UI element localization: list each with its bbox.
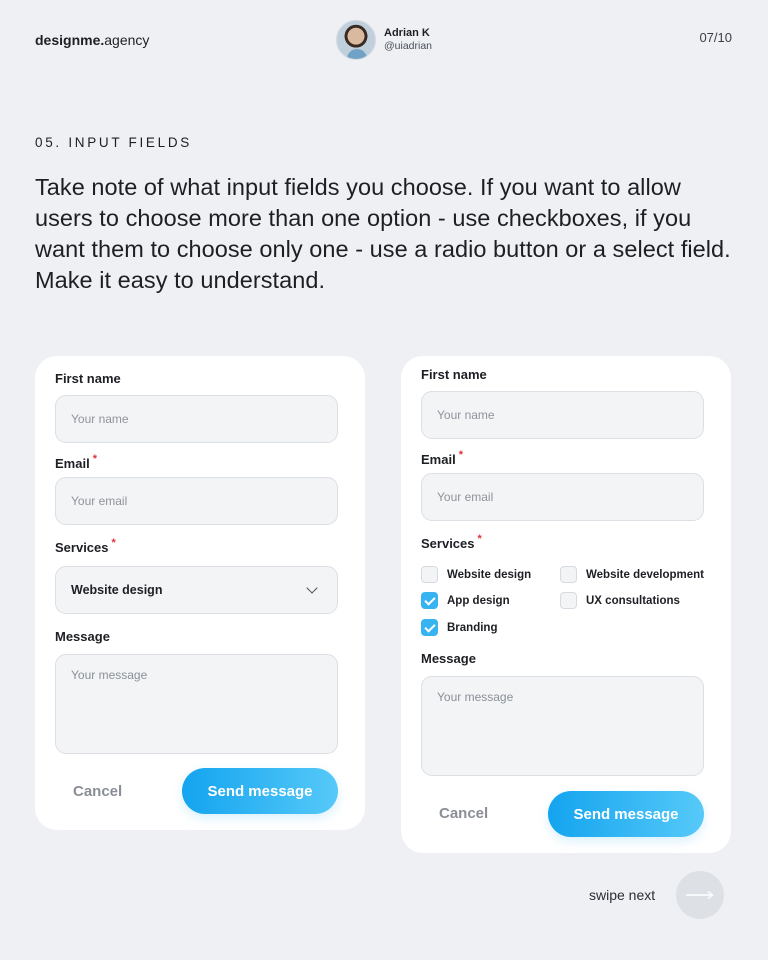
first-name-label: First name <box>55 371 121 386</box>
services-label: Services * <box>55 537 116 555</box>
message-textarea[interactable]: Your message <box>421 676 704 776</box>
send-message-button[interactable]: Send message <box>548 791 704 837</box>
message-label: Message <box>421 651 476 666</box>
checkbox-label: Website design <box>447 568 532 581</box>
chevron-down-icon <box>306 582 318 594</box>
services-selected-value: Website design <box>71 583 163 597</box>
author-badge: Adrian K @uiadrian <box>336 20 432 60</box>
checkbox-label: App design <box>447 594 510 607</box>
required-marker: * <box>477 533 482 545</box>
cancel-button[interactable]: Cancel <box>439 805 488 822</box>
checkbox-website-development[interactable]: Website development <box>560 566 704 583</box>
email-label: Email * <box>421 449 463 467</box>
checkbox-branding[interactable]: Branding <box>421 619 497 636</box>
author-name: Adrian K <box>384 27 430 39</box>
required-marker: * <box>458 449 463 461</box>
next-button[interactable] <box>676 871 724 919</box>
first-name-label: First name <box>421 367 487 382</box>
checkbox-label: Branding <box>447 621 498 634</box>
author-handle: @uiadrian <box>384 40 433 52</box>
message-placeholder: Your message <box>71 668 148 682</box>
brand-name: designme. <box>35 32 105 48</box>
page-counter: 07/10 <box>699 30 732 45</box>
services-select[interactable]: Website design <box>55 566 338 614</box>
checkbox-label: Website development <box>586 568 705 581</box>
checkbox-box[interactable] <box>421 592 438 609</box>
contact-form-select: First name Email* Services* Website desi… <box>35 356 365 830</box>
services-label: Services * <box>421 533 482 551</box>
checkbox-app-design[interactable]: App design <box>421 592 510 609</box>
email-field[interactable] <box>421 473 704 521</box>
send-message-button[interactable]: Send message <box>182 768 338 814</box>
checkbox-box[interactable] <box>560 592 577 609</box>
checkbox-website-design[interactable]: Website design <box>421 566 531 583</box>
contact-form-checkboxes: First name Email* Services* Website desi… <box>401 356 731 853</box>
brand-suffix: agency <box>104 32 150 48</box>
checkbox-box[interactable] <box>560 566 577 583</box>
message-label: Message <box>55 629 110 644</box>
section-title: 05. INPUT FIELDS <box>35 135 192 150</box>
brand-logo: designme.agency <box>35 32 149 48</box>
avatar <box>336 20 376 60</box>
email-field[interactable] <box>55 477 338 525</box>
first-name-field[interactable] <box>421 391 704 439</box>
email-label: Email * <box>55 453 97 471</box>
first-name-field[interactable] <box>55 395 338 443</box>
cancel-button[interactable]: Cancel <box>73 783 122 800</box>
arrow-right-icon <box>686 890 714 900</box>
message-textarea[interactable]: Your message <box>55 654 338 754</box>
message-placeholder: Your message <box>437 690 514 704</box>
required-marker: * <box>111 537 116 549</box>
checkbox-box[interactable] <box>421 619 438 636</box>
swipe-next-label: swipe next <box>589 887 656 903</box>
checkbox-ux-consultations[interactable]: UX consultations <box>560 592 680 609</box>
required-marker: * <box>92 453 97 465</box>
section-body: Take note of what input fields you choos… <box>35 174 731 293</box>
checkbox-label: UX consultations <box>586 594 680 607</box>
checkbox-box[interactable] <box>421 566 438 583</box>
